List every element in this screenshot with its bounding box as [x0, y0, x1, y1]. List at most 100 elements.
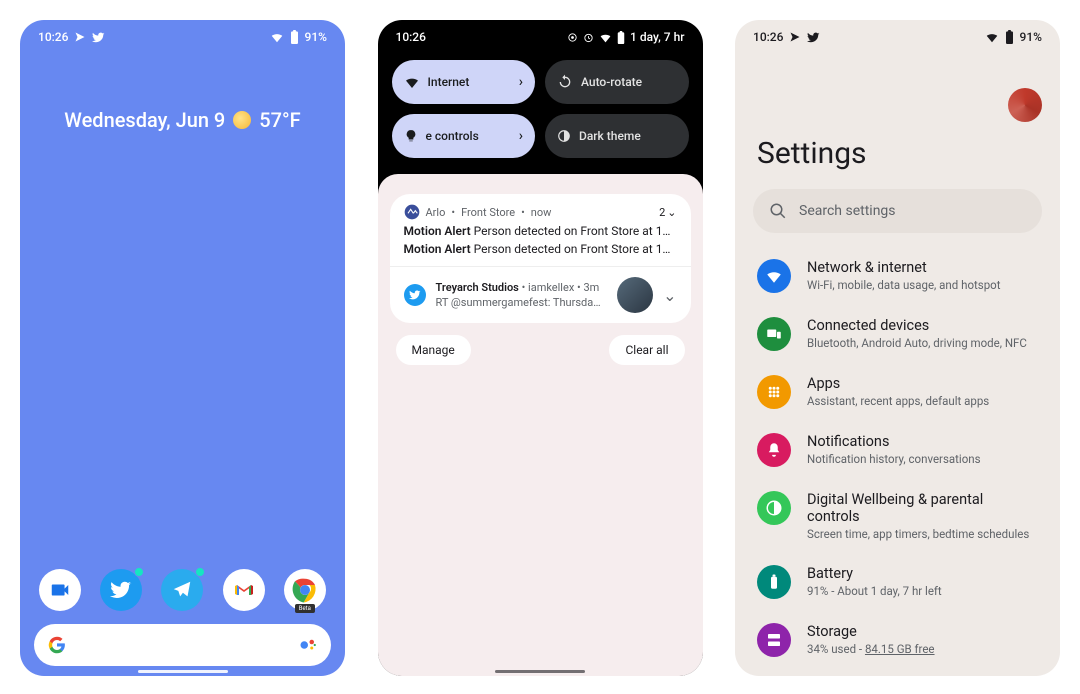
twitter-status-icon: [807, 31, 820, 44]
app-dock: Beta: [20, 569, 345, 611]
weather-date: Wednesday, Jun 9: [64, 108, 225, 132]
chevron-right-icon: ›: [519, 128, 523, 144]
settings-item-sub: Assistant, recent apps, default apps: [807, 394, 989, 408]
notif-source: Front Store: [461, 206, 515, 219]
settings-item[interactable]: Network & internet Wi-Fi, mobile, data u…: [735, 247, 1060, 305]
assistant-icon[interactable]: [299, 636, 317, 654]
notif-title: Treyarch Studios: [436, 281, 519, 294]
devices-icon: [757, 317, 791, 351]
telegram-app-icon[interactable]: [161, 569, 203, 611]
settings-item-sub: 34% used - 84.15 GB free: [807, 642, 935, 656]
notif-when: now: [531, 206, 552, 219]
settings-item-sub: Wi-Fi, mobile, data usage, and hotspot: [807, 278, 1000, 292]
settings-item[interactable]: Storage 34% used - 84.15 GB free: [735, 611, 1060, 669]
settings-list: Network & internet Wi-Fi, mobile, data u…: [735, 247, 1060, 669]
apps-icon: [757, 375, 791, 409]
status-bar: 10:26 91%: [735, 20, 1060, 48]
qs-label: e controls: [426, 129, 479, 143]
settings-item-title: Digital Wellbeing & parental controls: [807, 491, 1038, 525]
arlo-app-icon: [404, 204, 420, 220]
chrome-app-icon[interactable]: Beta: [284, 569, 326, 611]
qs-label: Auto-rotate: [581, 75, 642, 89]
gesture-nav-bar[interactable]: [495, 670, 585, 673]
status-bar: 10:26 1 day, 7 hr: [378, 20, 703, 48]
battery-icon: [757, 565, 791, 599]
duo-app-icon[interactable]: [39, 569, 81, 611]
status-battery-pct: 91%: [1020, 30, 1042, 44]
notif-group-count[interactable]: 2 ⌄: [659, 206, 676, 219]
chevron-right-icon: ›: [519, 74, 523, 90]
notif-body: Person detected on Front Store at 1…: [474, 242, 671, 256]
twitter-app-icon[interactable]: [100, 569, 142, 611]
near-share-icon: [74, 31, 86, 43]
settings-item-sub: Screen time, app timers, bedtime schedul…: [807, 527, 1038, 541]
twitter-icon: [110, 579, 132, 601]
settings-item[interactable]: Connected devices Bluetooth, Android Aut…: [735, 305, 1060, 363]
camera-icon: [49, 579, 71, 601]
notification-card-twitter[interactable]: Treyarch Studios • iamkellex • 3m RT @su…: [390, 267, 691, 323]
qs-internet-tile[interactable]: Internet ›: [392, 60, 536, 104]
weather-temp: 57°F: [259, 108, 300, 132]
gesture-nav-bar[interactable]: [138, 670, 228, 673]
search-icon: [769, 202, 787, 220]
settings-item[interactable]: Digital Wellbeing & parental controls Sc…: [735, 479, 1060, 553]
quick-settings: Internet › Auto-rotate e controls › Dark…: [378, 48, 703, 174]
weather-widget[interactable]: Wednesday, Jun 9 57°F: [20, 108, 345, 132]
qs-controls-tile[interactable]: e controls ›: [392, 114, 536, 158]
near-share-icon: [789, 31, 801, 43]
search-settings-input[interactable]: Search settings: [753, 189, 1042, 233]
chrome-icon: [290, 575, 320, 605]
status-time: 10:26: [396, 30, 426, 44]
gmail-icon: [232, 578, 256, 602]
beta-badge: Beta: [295, 604, 315, 613]
status-time: 10:26: [753, 30, 783, 44]
notif-body: Person detected on Front Store at 1…: [474, 224, 671, 238]
manage-button[interactable]: Manage: [396, 335, 471, 365]
settings-item-title: Connected devices: [807, 317, 1027, 334]
notification-dot: [195, 567, 205, 577]
settings-item[interactable]: Battery 91% - About 1 day, 7 hr left: [735, 553, 1060, 611]
battery-icon: [290, 30, 299, 44]
twitter-icon: [404, 284, 426, 306]
sun-icon: [233, 111, 251, 129]
wifi-icon: [270, 30, 284, 44]
qs-label: Dark theme: [579, 129, 641, 143]
settings-item[interactable]: Notifications Notification history, conv…: [735, 421, 1060, 479]
notification-panel: Arlo • Front Store • now 2 ⌄ Motion Aler…: [378, 174, 703, 676]
qs-darktheme-tile[interactable]: Dark theme: [545, 114, 689, 158]
storage-icon: [757, 623, 791, 657]
settings-item-title: Network & internet: [807, 259, 1000, 276]
qs-autorotate-tile[interactable]: Auto-rotate: [545, 60, 689, 104]
bulb-icon: [404, 129, 418, 143]
alarm-icon: [583, 32, 594, 43]
wellbeing-icon: [757, 491, 791, 525]
notification-dot: [134, 567, 144, 577]
profile-avatar[interactable]: [1008, 88, 1042, 122]
notification-card-arlo[interactable]: Arlo • Front Store • now 2 ⌄ Motion Aler…: [390, 194, 691, 323]
battery-icon: [617, 31, 625, 44]
status-bar: 10:26 91%: [20, 20, 345, 48]
status-time: 10:26: [38, 30, 68, 44]
battery-icon: [1005, 30, 1014, 44]
notif-handle: iamkellex: [528, 281, 574, 294]
notif-app: Arlo: [426, 206, 446, 219]
wifi-icon: [985, 30, 999, 44]
chevron-down-icon[interactable]: ⌄: [663, 286, 676, 305]
settings-item-sub: Bluetooth, Android Auto, driving mode, N…: [807, 336, 1027, 350]
settings-item[interactable]: Apps Assistant, recent apps, default app…: [735, 363, 1060, 421]
settings-screen: 10:26 91% Settings Search settings Netwo…: [735, 20, 1060, 676]
bell-icon: [757, 433, 791, 467]
status-battery-remaining: 1 day, 7 hr: [630, 30, 684, 44]
notif-media-thumb: [617, 277, 653, 313]
qs-label: Internet: [428, 75, 470, 89]
gmail-app-icon[interactable]: [223, 569, 265, 611]
home-screen: 10:26 91% Wednesday, Jun 9 57°F: [20, 20, 345, 676]
notification-shade: 10:26 1 day, 7 hr Internet › Auto-rotate…: [378, 20, 703, 676]
google-search-bar[interactable]: [34, 624, 331, 666]
notif-title: Motion Alert: [404, 242, 471, 256]
status-battery-pct: 91%: [305, 30, 327, 44]
google-g-icon: [48, 636, 66, 654]
clear-all-button[interactable]: Clear all: [609, 335, 684, 365]
notif-title: Motion Alert: [404, 224, 471, 238]
wifi-icon: [404, 74, 420, 90]
